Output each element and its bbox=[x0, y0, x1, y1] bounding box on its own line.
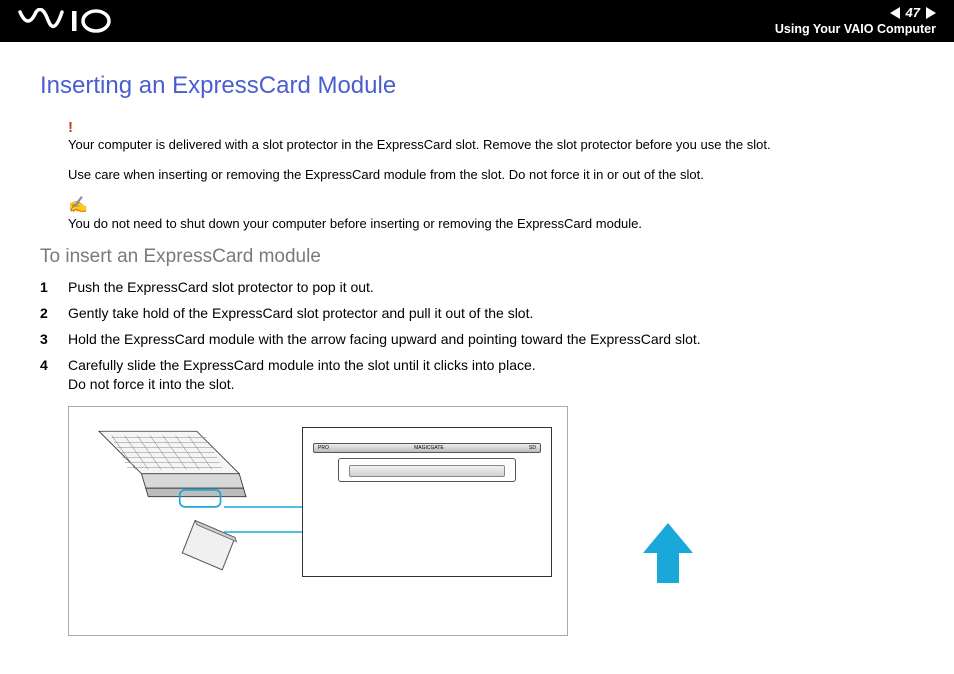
step-item: 1Push the ExpressCard slot protector to … bbox=[40, 278, 914, 297]
warning-block: ! Your computer is delivered with a slot… bbox=[68, 118, 914, 183]
step-item: 3Hold the ExpressCard module with the ar… bbox=[40, 330, 914, 349]
step-text: Push the ExpressCard slot protector to p… bbox=[68, 278, 914, 297]
steps-list: 1Push the ExpressCard slot protector to … bbox=[40, 278, 914, 393]
header-bar: VAIO 47 Using Your VAIO Computer bbox=[0, 0, 954, 42]
step-item: 4Carefully slide the ExpressCard module … bbox=[40, 356, 914, 394]
slot-label-bar: PRO MAGICGATE SD bbox=[313, 443, 541, 453]
step-text: Hold the ExpressCard module with the arr… bbox=[68, 330, 914, 349]
next-page-arrow-icon[interactable] bbox=[926, 7, 936, 19]
warning-text-2: Use care when inserting or removing the … bbox=[68, 166, 914, 184]
tip-text: You do not need to shut down your comput… bbox=[68, 215, 914, 233]
header-right: 47 Using Your VAIO Computer bbox=[775, 5, 936, 37]
section-title: Using Your VAIO Computer bbox=[775, 22, 936, 37]
diagram-figure: ExpressCard insertion diagram bbox=[68, 406, 568, 636]
tip-block: ✍ You do not need to shut down your comp… bbox=[68, 195, 914, 232]
warning-icon: ! bbox=[68, 118, 914, 138]
vaio-logo: VAIO bbox=[18, 8, 128, 34]
warning-text-1: Your computer is delivered with a slot p… bbox=[68, 136, 914, 154]
page-title: Inserting an ExpressCard Module bbox=[40, 72, 914, 100]
step-text: Carefully slide the ExpressCard module i… bbox=[68, 356, 914, 394]
procedure-heading: To insert an ExpressCard module bbox=[40, 246, 914, 268]
slot-label-center: MAGICGATE bbox=[414, 445, 444, 451]
tip-icon: ✍ bbox=[68, 195, 914, 217]
page-nav: 47 bbox=[775, 5, 936, 21]
slot-closeup: PRO MAGICGATE SD bbox=[302, 427, 552, 577]
slot-label-left: PRO bbox=[318, 445, 329, 451]
prev-page-arrow-icon[interactable] bbox=[890, 7, 900, 19]
page-number: 47 bbox=[906, 5, 920, 21]
callout-connector bbox=[224, 502, 304, 542]
slot-label-right: SD bbox=[529, 445, 536, 451]
step-text: Gently take hold of the ExpressCard slot… bbox=[68, 304, 914, 323]
step-item: 2Gently take hold of the ExpressCard slo… bbox=[40, 304, 914, 323]
page-content: Inserting an ExpressCard Module ! Your c… bbox=[0, 42, 954, 646]
slot-opening bbox=[338, 458, 516, 482]
insert-arrow-icon bbox=[643, 523, 693, 583]
